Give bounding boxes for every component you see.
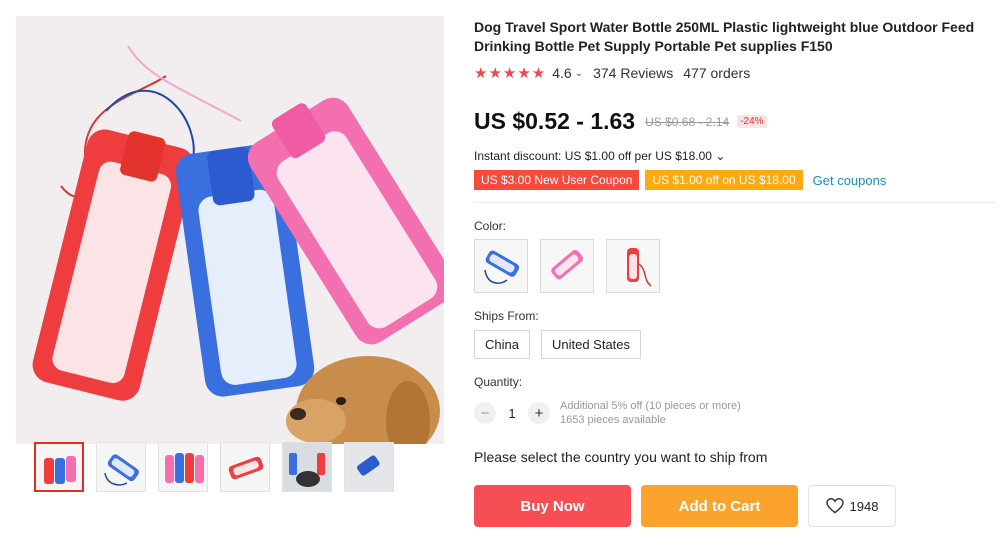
wishlist-button[interactable]: 1948 <box>808 485 896 527</box>
thumb-image <box>228 456 264 480</box>
color-label: Color: <box>474 219 507 233</box>
bulk-discount-note: Additional 5% off (10 pieces or more) <box>560 400 741 412</box>
thumb-image <box>44 456 76 484</box>
new-user-coupon[interactable]: US $3.00 New User Coupon <box>474 170 640 190</box>
thumbnail-1[interactable] <box>34 442 84 492</box>
reviews-link[interactable]: 374 Reviews <box>593 65 673 81</box>
discount-badge: -24% <box>737 115 767 128</box>
product-gallery <box>16 16 444 444</box>
color-swatch-pink[interactable] <box>540 239 594 293</box>
coupon-row: US $3.00 New User Coupon US $1.00 off on… <box>474 170 996 190</box>
swatch-image <box>484 250 520 284</box>
rating-row: ★★★★★ 4.6 ⌄ 374 Reviews 477 orders <box>474 64 996 82</box>
main-product-image[interactable] <box>16 16 444 444</box>
original-price: US $0.68 - 2.14 <box>645 114 730 129</box>
rating-stars-icon: ★★★★★ <box>474 65 547 82</box>
swatch-image <box>627 248 652 287</box>
product-title: Dog Travel Sport Water Bottle 250ML Plas… <box>474 19 975 54</box>
quantity-label: Quantity: <box>474 375 523 389</box>
thumbnail-5[interactable] <box>282 442 332 492</box>
add-to-cart-button[interactable]: Add to Cart <box>641 485 798 527</box>
ships-from-label: Ships From: <box>474 309 539 323</box>
stock-available: 1653 pieces available <box>560 414 666 426</box>
ships-from-options: China United States <box>474 330 996 359</box>
thumbnail-2[interactable] <box>96 442 146 492</box>
product-info-panel: Dog Travel Sport Water Bottle 250ML Plas… <box>474 18 996 527</box>
wishlist-count: 1948 <box>849 498 879 514</box>
action-buttons: Buy Now Add to Cart 1948 <box>474 485 996 527</box>
thumb-image <box>345 443 393 491</box>
product-photo <box>16 16 444 444</box>
heart-icon <box>825 498 844 514</box>
ship-option-united-states[interactable]: United States <box>540 330 642 359</box>
quantity-note: Additional 5% off (10 pieces or more) 16… <box>560 399 741 427</box>
orders-count: 477 orders <box>683 65 751 81</box>
thumbnail-4[interactable] <box>220 442 270 492</box>
thumb-image <box>104 454 139 486</box>
quantity-value[interactable]: 1 <box>496 406 528 421</box>
get-coupons-link[interactable]: Get coupons <box>813 173 887 188</box>
swatch-image <box>551 249 584 280</box>
thumb-image <box>165 453 204 483</box>
ship-option-china[interactable]: China <box>474 330 530 359</box>
quantity-stepper: − 1 + Additional 5% off (10 pieces or mo… <box>474 399 996 427</box>
thumb-image <box>283 443 331 491</box>
buy-now-button[interactable]: Buy Now <box>474 485 631 527</box>
thumbnail-6[interactable] <box>344 442 394 492</box>
color-swatch-blue[interactable] <box>474 239 528 293</box>
current-price: US $0.52 - 1.63 <box>474 108 636 134</box>
price-row: US $0.52 - 1.63 US $0.68 - 2.14 -24% <box>474 108 996 135</box>
increase-quantity-button[interactable]: + <box>528 402 550 424</box>
instant-discount[interactable]: Instant discount: US $1.00 off per US $1… <box>474 149 996 163</box>
decrease-quantity-button[interactable]: − <box>474 402 496 424</box>
thumbnail-strip <box>34 442 394 492</box>
order-coupon[interactable]: US $1.00 off on US $18.00 <box>645 170 803 190</box>
chevron-down-icon[interactable]: ⌄ <box>575 68 583 79</box>
divider <box>474 202 996 203</box>
thumbnail-3[interactable] <box>158 442 208 492</box>
rating-value[interactable]: 4.6 <box>552 65 571 81</box>
ship-country-prompt: Please select the country you want to sh… <box>474 449 768 465</box>
color-swatch-red[interactable] <box>606 239 660 293</box>
color-swatches <box>474 239 996 293</box>
